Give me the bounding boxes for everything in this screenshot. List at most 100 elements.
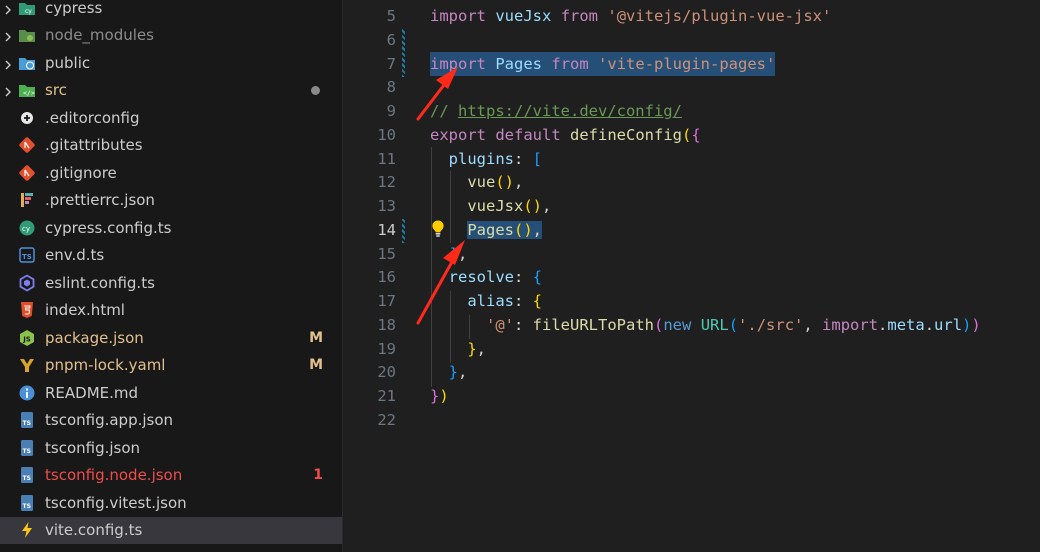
- code-token: '@vitejs/plugin-vue-jsx': [607, 7, 832, 25]
- code-token: [: [532, 149, 543, 168]
- code-token: :: [514, 149, 533, 168]
- folder-item-public[interactable]: public: [0, 49, 342, 76]
- code-token: fileURLToPath: [532, 315, 654, 334]
- code-line[interactable]: 14 Pages(),: [344, 218, 1040, 242]
- code-token: vueJsx: [495, 7, 552, 25]
- file-item-tsconfig-json[interactable]: TS tsconfig.json: [0, 434, 342, 461]
- code-text: Pages(),: [430, 218, 543, 242]
- code-line[interactable]: 18 '@': fileURLToPath(new URL('./src', i…: [344, 313, 1040, 337]
- code-token: }: [448, 363, 459, 382]
- file-item-eslint-config-ts[interactable]: eslint.config.ts: [0, 269, 342, 296]
- code-line[interactable]: 9 // https://vite.dev/config/: [344, 99, 1040, 123]
- code-token: url: [934, 315, 963, 334]
- vite-icon: [17, 520, 37, 540]
- code-line[interactable]: 17 alias: {: [344, 289, 1040, 313]
- file-item-prettierrc-json[interactable]: .prettierrc.json: [0, 187, 342, 214]
- file-item-tsconfig-app-json[interactable]: TS tsconfig.app.json: [0, 407, 342, 434]
- folder-item-node-modules[interactable]: node_modules: [0, 22, 342, 49]
- line-number: 5: [386, 7, 396, 25]
- file-name-label: tsconfig.app.json: [45, 411, 174, 429]
- git-status-badge: 1: [313, 467, 323, 483]
- chevron-right-icon[interactable]: [2, 2, 14, 14]
- file-item-tsconfig-node-json[interactable]: TS tsconfig.node.json 1: [0, 462, 342, 489]
- folder-item-src[interactable]: </> src: [0, 77, 342, 104]
- code-line[interactable]: 15 ],: [344, 242, 1040, 266]
- code-line[interactable]: 8: [344, 75, 1040, 99]
- code-token: }: [430, 387, 440, 405]
- line-number: 13: [377, 197, 396, 215]
- typescript-def-icon: TS: [17, 245, 37, 265]
- git-icon: [17, 163, 37, 183]
- code-text: '@': fileURLToPath(new URL('./src', impo…: [430, 313, 981, 337]
- line-number: 22: [377, 410, 396, 429]
- code-text: resolve: {: [430, 265, 542, 289]
- file-item-tsconfig-vitest-json[interactable]: TS tsconfig.vitest.json: [0, 489, 342, 516]
- file-item-readme-md[interactable]: README.md: [0, 379, 342, 406]
- file-item-vite-config-ts[interactable]: vite.config.ts: [0, 516, 342, 544]
- chevron-right-icon[interactable]: [2, 57, 14, 69]
- code-token: ,: [458, 363, 468, 382]
- code-token: resolve: [448, 268, 514, 287]
- folder-item-cypress[interactable]: cy cypress: [0, 0, 342, 21]
- line-number: 9: [386, 102, 396, 120]
- code-token: meta: [887, 315, 925, 334]
- code-text: // https://vite.dev/config/: [430, 99, 682, 123]
- code-line[interactable]: 16 resolve: {: [344, 265, 1040, 289]
- code-token: (: [682, 125, 692, 144]
- code-line[interactable]: 7 import Pages from 'vite-plugin-pages': [344, 51, 1040, 76]
- code-editor[interactable]: 5 import vueJsx from '@vitejs/plugin-vue-…: [344, 0, 1040, 552]
- code-line[interactable]: 19 },: [344, 337, 1040, 361]
- line-number: 15: [377, 244, 396, 263]
- code-line[interactable]: 12 vue(),: [344, 170, 1040, 194]
- file-name-label: .gitignore: [45, 163, 117, 182]
- file-item-index-html[interactable]: index.html: [0, 297, 342, 324]
- file-name-label: .editorconfig: [45, 108, 140, 127]
- file-name-label: README.md: [45, 383, 139, 402]
- line-number: 19: [377, 339, 396, 358]
- code-token: ]: [448, 244, 459, 263]
- file-name-label: vite.config.ts: [45, 521, 143, 539]
- line-number: 16: [377, 268, 396, 287]
- svg-text:TS: TS: [23, 448, 31, 455]
- file-item-package-json[interactable]: JS package.json M: [0, 324, 342, 351]
- code-token: Pages: [495, 54, 543, 73]
- code-token: defineConfig: [570, 125, 682, 144]
- chevron-right-icon[interactable]: [2, 84, 14, 97]
- info-icon: [17, 383, 37, 403]
- code-token: //: [430, 102, 458, 120]
- svg-text:JS: JS: [22, 335, 31, 343]
- code-line[interactable]: 6: [344, 28, 1040, 52]
- code-line[interactable]: 20 },: [344, 360, 1040, 384]
- file-name-label: tsconfig.vitest.json: [45, 493, 187, 512]
- code-line[interactable]: 21}): [344, 384, 1040, 408]
- code-line[interactable]: 22: [344, 408, 1040, 432]
- code-token: ,: [532, 220, 543, 239]
- tsconfig-icon: TS: [17, 493, 37, 513]
- file-item-env-d-ts[interactable]: TS env.d.ts: [0, 242, 342, 269]
- code-line[interactable]: 10 export default defineConfig({: [344, 123, 1040, 147]
- lightbulb-icon[interactable]: [430, 219, 446, 239]
- file-name-label: src: [45, 81, 67, 99]
- file-item-cypress-config-ts[interactable]: cy cypress.config.ts: [0, 214, 342, 241]
- file-name-label: tsconfig.node.json: [45, 466, 183, 484]
- chevron-right-icon[interactable]: [2, 29, 14, 42]
- code-text: export default defineConfig({: [430, 123, 701, 147]
- file-item-editorconfig[interactable]: .editorconfig: [0, 104, 342, 131]
- code-line[interactable]: 13 vueJsx(),: [344, 194, 1040, 218]
- line-number: 20: [377, 363, 396, 382]
- file-item-gitignore[interactable]: .gitignore: [0, 159, 342, 186]
- code-token: {: [691, 125, 701, 144]
- code-text: vueJsx(),: [430, 194, 551, 218]
- code-token: ,: [542, 197, 552, 215]
- code-line[interactable]: 5 import vueJsx from '@vitejs/plugin-vue-…: [344, 4, 1040, 28]
- file-item-gitattributes[interactable]: .gitattributes: [0, 132, 342, 159]
- code-line[interactable]: 11 plugins: [: [344, 147, 1040, 171]
- file-item-pnpm-lock-yaml[interactable]: pnpm-lock.yaml M: [0, 352, 342, 379]
- code-token: :: [514, 315, 533, 334]
